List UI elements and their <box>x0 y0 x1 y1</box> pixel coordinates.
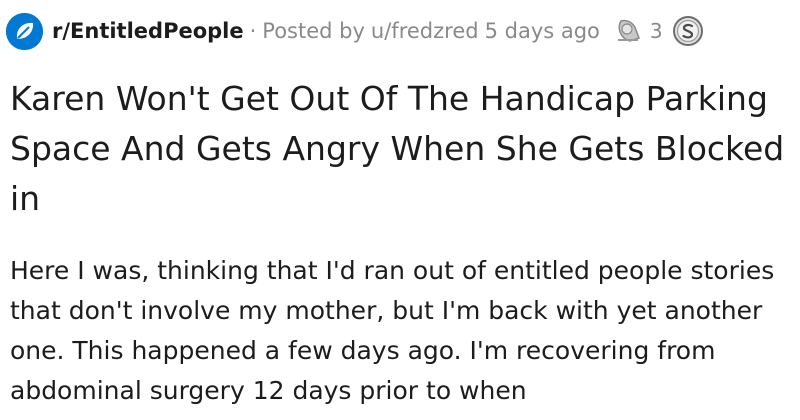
subreddit-link[interactable]: r/EntitledPeople <box>52 19 244 43</box>
post-card[interactable]: r/EntitledPeople · Posted by u/fredzred … <box>0 0 800 420</box>
award-count: 3 <box>649 19 663 43</box>
silver-award-icon <box>612 14 646 48</box>
leaf-icon <box>6 12 43 50</box>
post-title[interactable]: Karen Won't Get Out Of The Handicap Park… <box>10 74 785 224</box>
author-link[interactable]: u/fredzred <box>371 19 479 43</box>
post-body: Here I was, thinking that I'd ran out of… <box>10 256 775 405</box>
silver-coin-award-icon <box>671 14 705 48</box>
post-timestamp[interactable]: 5 days ago <box>485 19 600 43</box>
subreddit-icon[interactable] <box>6 12 43 50</box>
post-meta: r/EntitledPeople · Posted by u/fredzred … <box>6 12 705 50</box>
meta-separator: · <box>249 19 257 43</box>
awards[interactable]: 3 <box>612 14 705 48</box>
posted-by-label: Posted by <box>262 19 365 43</box>
